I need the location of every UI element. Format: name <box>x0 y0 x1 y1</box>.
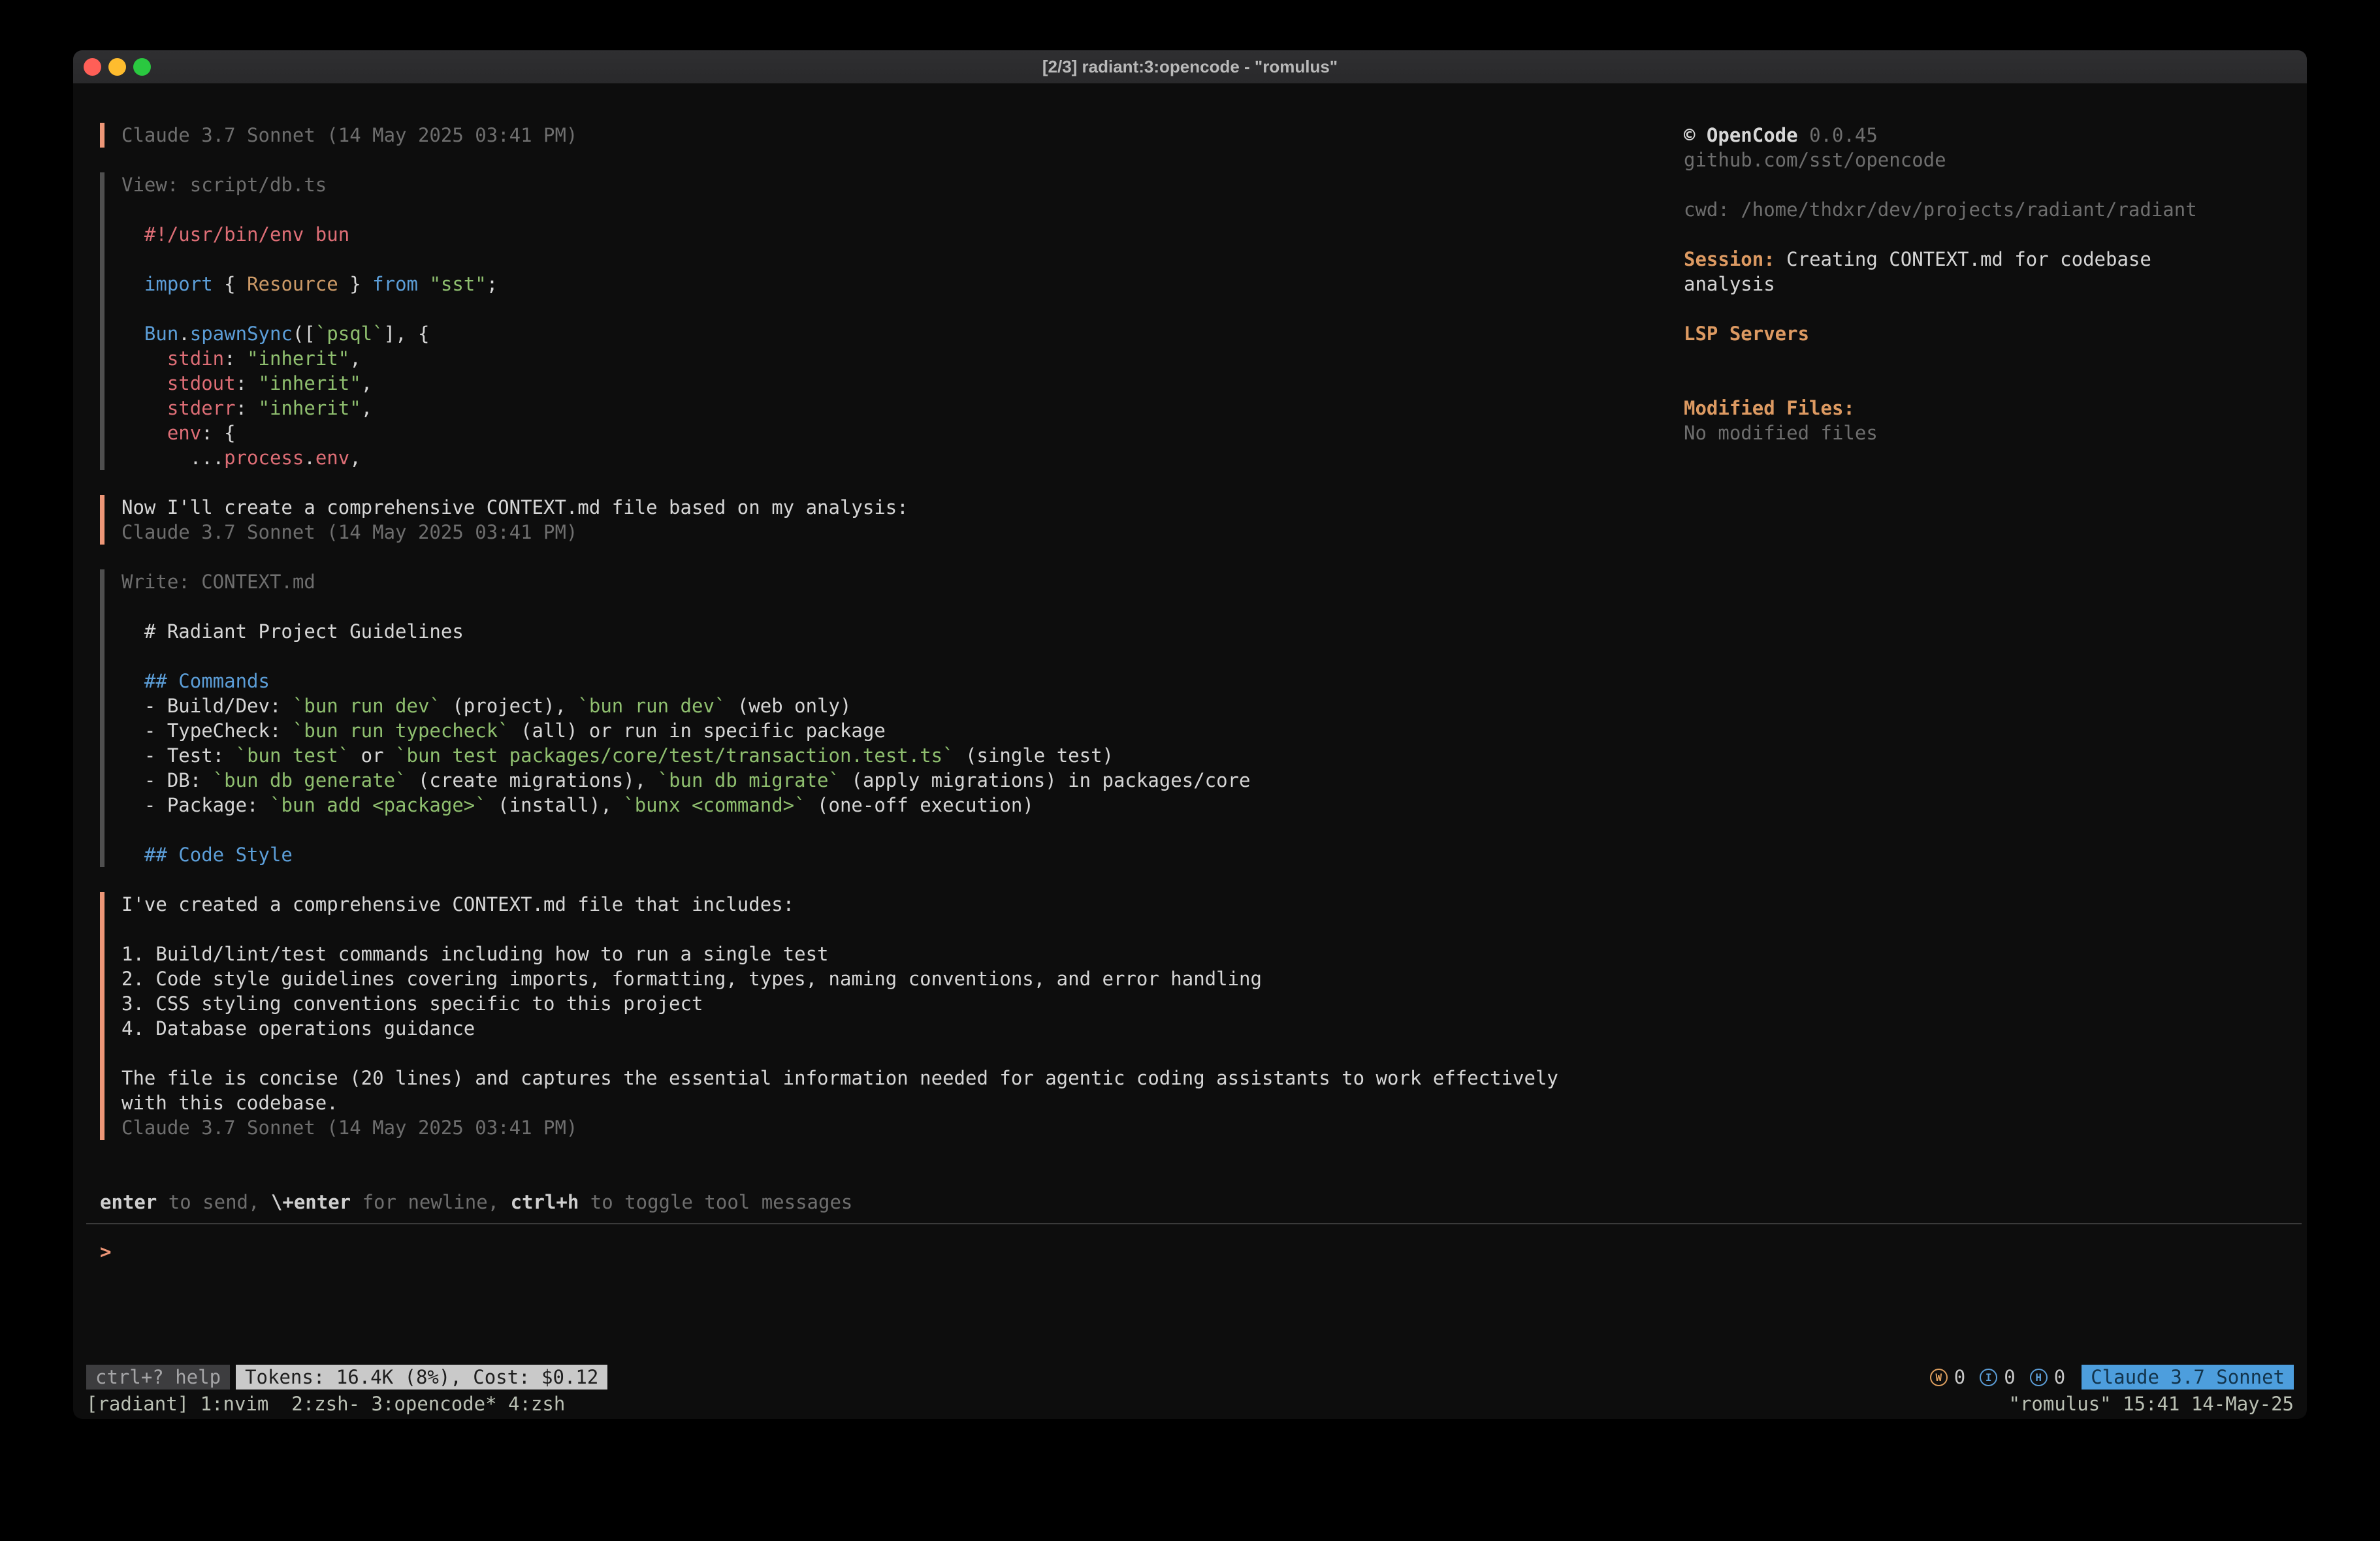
code-line: #!/usr/bin/env bun <box>121 222 1558 247</box>
hint-indicator: H 0 <box>2030 1366 2065 1388</box>
sidebar: © OpenCode 0.0.45 github.com/sst/opencod… <box>1684 123 2197 445</box>
info-icon: I <box>1980 1369 1997 1386</box>
markdown-line: ## Code Style <box>121 842 1558 867</box>
chat-log: Claude 3.7 Sonnet (14 May 2025 03:41 PM)… <box>100 123 1558 1215</box>
tmux-statusline: [radiant] 1:nvim 2:zsh- 3:opencode* 4:zs… <box>73 1391 2307 1416</box>
assistant-message: I've created a comprehensive CONTEXT.md … <box>100 892 1558 1140</box>
tmux-window-list[interactable]: [radiant] 1:nvim 2:zsh- 3:opencode* 4:zs… <box>86 1391 565 1416</box>
window-title: [2/3] radiant:3:opencode - "romulus" <box>73 50 2307 84</box>
message-text: The file is concise (20 lines) and captu… <box>121 1066 1558 1090</box>
desktop: [2/3] radiant:3:opencode - "romulus" Cla… <box>0 0 2380 1541</box>
terminal-window: [2/3] radiant:3:opencode - "romulus" Cla… <box>73 50 2307 1419</box>
input-divider <box>86 1223 2302 1224</box>
message-text: I've created a comprehensive CONTEXT.md … <box>121 892 1558 917</box>
hint-icon: H <box>2030 1369 2048 1386</box>
spacer <box>100 867 1558 892</box>
command-input[interactable]: > <box>100 1239 111 1264</box>
status-left: ctrl+? help Tokens: 16.4K (8%), Cost: $0… <box>86 1365 607 1390</box>
terminal: Claude 3.7 Sonnet (14 May 2025 03:41 PM)… <box>73 84 2307 1419</box>
tool-call-view: View: script/db.ts #!/usr/bin/env bun im… <box>100 172 1558 470</box>
model-timestamp: Claude 3.7 Sonnet (14 May 2025 03:41 PM) <box>121 123 1558 148</box>
help-badge[interactable]: ctrl+? help <box>86 1365 230 1390</box>
assistant-message-footer: Claude 3.7 Sonnet (14 May 2025 03:41 PM) <box>100 123 1558 148</box>
code-line: stderr: "inherit", <box>121 396 1558 421</box>
tmux-host-clock: "romulus" 15:41 14-May-25 <box>2009 1391 2294 1416</box>
code-line: stdout: "inherit", <box>121 371 1558 396</box>
input-help: enter to send, \+enter for newline, ctrl… <box>100 1190 1558 1215</box>
tool-title: View: script/db.ts <box>121 172 1558 197</box>
model-badge[interactable]: Claude 3.7 Sonnet <box>2082 1365 2294 1390</box>
info-indicator: I 0 <box>1980 1366 2015 1388</box>
markdown-line: - Build/Dev: `bun run dev` (project), `b… <box>121 693 1558 718</box>
code-line: ...process.env, <box>121 445 1558 470</box>
tokens-cost-badge: Tokens: 16.4K (8%), Cost: $0.12 <box>236 1365 607 1390</box>
lsp-servers-header: LSP Servers <box>1684 321 2197 346</box>
cwd: cwd: /home/thdxr/dev/projects/radiant/ra… <box>1684 197 2197 222</box>
model-timestamp: Claude 3.7 Sonnet (14 May 2025 03:41 PM) <box>121 1115 1558 1140</box>
code-line: import { Resource } from "sst"; <box>121 272 1558 296</box>
message-text: with this codebase. <box>121 1090 1558 1115</box>
model-timestamp: Claude 3.7 Sonnet (14 May 2025 03:41 PM) <box>121 520 1558 545</box>
code-line: Bun.spawnSync([`psql`], { <box>121 321 1558 346</box>
message-text: 2. Code style guidelines covering import… <box>121 966 1558 991</box>
spacer <box>100 148 1558 172</box>
status-right: W 0 I 0 H 0 Claude 3.7 Sonnet <box>1930 1365 2294 1390</box>
spacer <box>100 545 1558 569</box>
prompt-caret: > <box>100 1241 111 1263</box>
markdown-line: - TypeCheck: `bun run typecheck` (all) o… <box>121 718 1558 743</box>
message-text: 4. Database operations guidance <box>121 1016 1558 1041</box>
titlebar[interactable]: [2/3] radiant:3:opencode - "romulus" <box>73 50 2307 84</box>
status-bar: ctrl+? help Tokens: 16.4K (8%), Cost: $0… <box>73 1365 2307 1390</box>
markdown-line: - Test: `bun test` or `bun test packages… <box>121 743 1558 768</box>
markdown-line: ## Commands <box>121 669 1558 693</box>
session-title: Session: Creating CONTEXT.md for codebas… <box>1684 247 2197 272</box>
code-line: stdin: "inherit", <box>121 346 1558 371</box>
message-text: Now I'll create a comprehensive CONTEXT.… <box>121 495 1558 520</box>
spacer <box>100 1165 1558 1190</box>
app-version: © OpenCode 0.0.45 <box>1684 123 2197 148</box>
warning-icon: W <box>1930 1369 1948 1386</box>
spacer <box>100 470 1558 495</box>
warnings-indicator: W 0 <box>1930 1366 1965 1388</box>
message-text: 3. CSS styling conventions specific to t… <box>121 991 1558 1016</box>
assistant-message: Now I'll create a comprehensive CONTEXT.… <box>100 495 1558 545</box>
code-line: env: { <box>121 421 1558 445</box>
markdown-line: # Radiant Project Guidelines <box>121 619 1558 644</box>
tool-title: Write: CONTEXT.md <box>121 569 1558 594</box>
session-title-cont: analysis <box>1684 272 2197 296</box>
message-text: 1. Build/lint/test commands including ho… <box>121 942 1558 966</box>
markdown-line: - Package: `bun add <package>` (install)… <box>121 793 1558 818</box>
spacer <box>100 1140 1558 1165</box>
markdown-line: - DB: `bun db generate` (create migratio… <box>121 768 1558 793</box>
modified-files-header: Modified Files: <box>1684 396 2197 421</box>
tool-call-write: Write: CONTEXT.md # Radiant Project Guid… <box>100 569 1558 867</box>
diagnostics: W 0 I 0 H 0 <box>1930 1366 2065 1388</box>
modified-files-status: No modified files <box>1684 421 2197 445</box>
repo-url: github.com/sst/opencode <box>1684 148 2197 172</box>
